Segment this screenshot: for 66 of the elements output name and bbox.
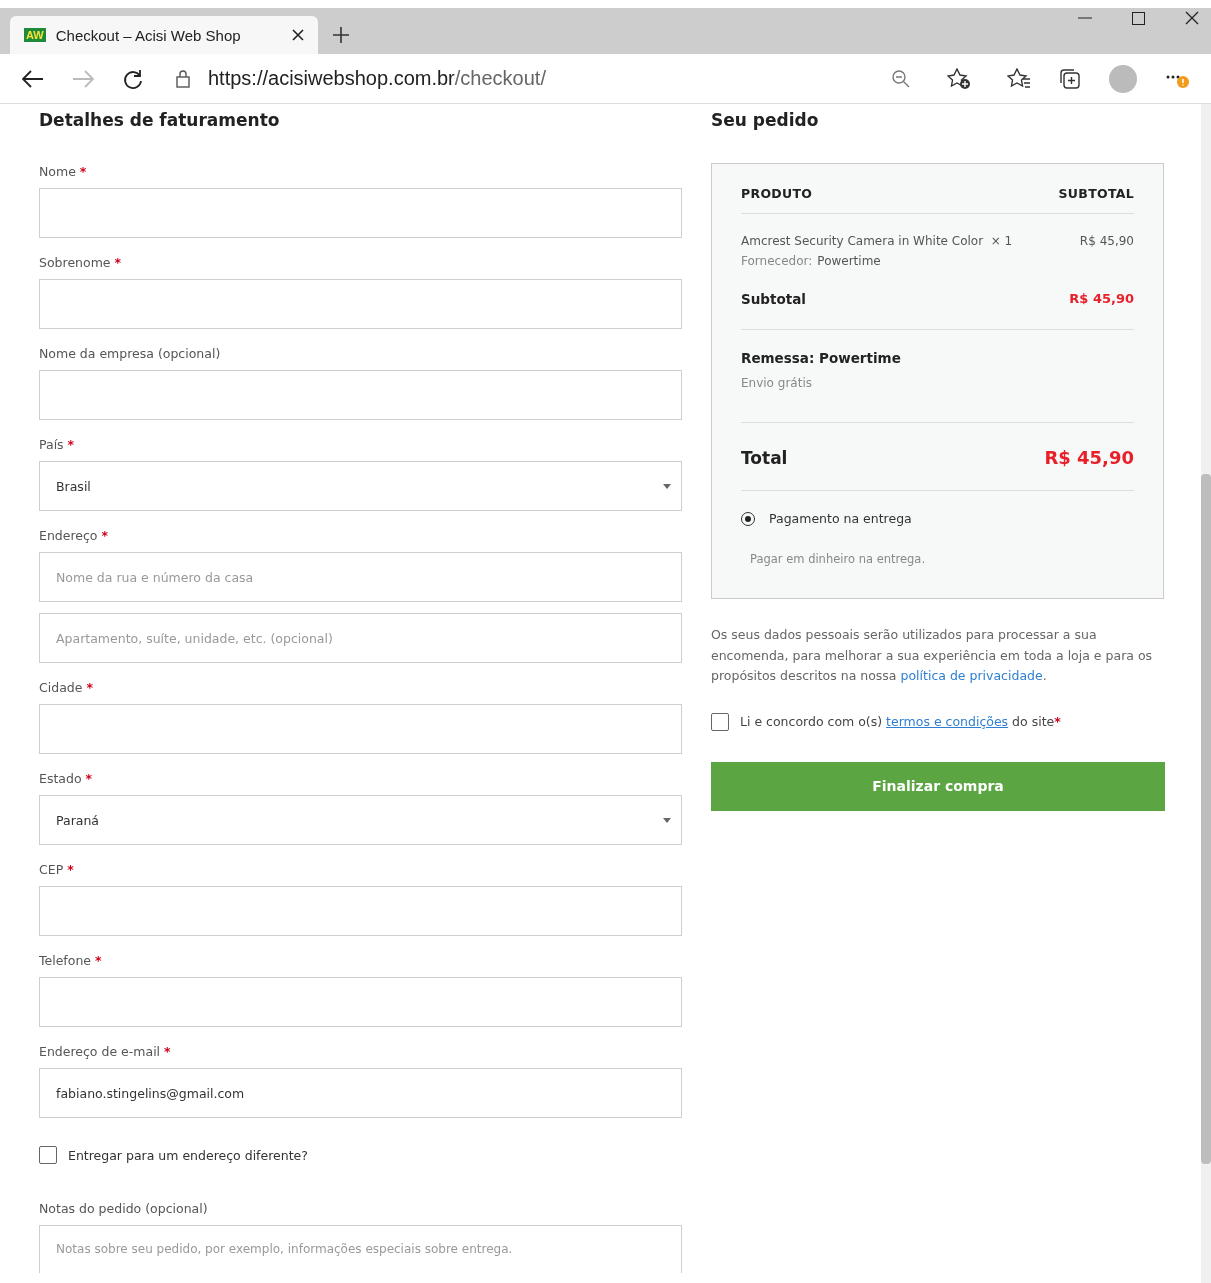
input-field[interactable] xyxy=(39,370,682,420)
caret-icon xyxy=(663,483,671,489)
favicon: AW xyxy=(24,28,46,42)
column-header: SUBTOTAL xyxy=(1058,185,1134,203)
collections-icon[interactable] xyxy=(1059,67,1081,90)
checkbox[interactable] xyxy=(711,712,729,731)
field-label: Cidade * xyxy=(39,679,94,697)
select-field[interactable]: Paraná xyxy=(39,795,682,845)
input-field[interactable] xyxy=(39,886,682,936)
section-title: Detalhes de faturamento xyxy=(39,109,281,132)
field-label: Nome * xyxy=(39,163,88,181)
radio-label: Pagamento na entrega xyxy=(769,511,912,526)
terms-text: Li e concordo com o(s) termos e condições do site* xyxy=(740,714,1061,729)
zoom-out-icon[interactable] xyxy=(891,68,911,89)
tab-title: Checkout – Acisi Web Shop xyxy=(55,26,242,44)
scrollbar[interactable] xyxy=(1201,104,1211,1283)
vendor-name: Powertime xyxy=(817,254,881,268)
new-tab-icon[interactable] xyxy=(332,26,350,44)
caret-icon xyxy=(663,817,671,823)
input-field[interactable]: fabiano.stingelins@gmail.com xyxy=(39,1068,682,1118)
maximize-icon[interactable] xyxy=(1132,11,1145,25)
select-field[interactable]: Brasil xyxy=(39,461,682,511)
field-label: Sobrenome * xyxy=(39,254,123,272)
product-name: Amcrest Security Camera in White Color × 1 xyxy=(741,234,1013,248)
total-label: Total xyxy=(741,447,788,468)
payment-description: Pagar em dinheiro na entrega. xyxy=(750,552,927,566)
input-field[interactable]: Apartamento, suíte, unidade, etc. (opcional) xyxy=(39,613,682,663)
input-field[interactable] xyxy=(39,279,682,329)
field-label: CEP * xyxy=(39,861,75,879)
notes-field[interactable]: Notas sobre seu pedido, por exemplo, informações especiais sobre entrega. xyxy=(39,1225,682,1273)
url-host: https://acisiwebshop.com.br xyxy=(208,67,455,90)
privacy-text: Os seus dados pessoais serão utilizados para processar a sua encomenda, para melhorar a sua experiência em toda a loja e para os propósitos descritos na nossa política de privacidade. xyxy=(711,626,1154,685)
input-field[interactable] xyxy=(39,704,682,754)
field-label: Estado * xyxy=(39,770,94,788)
input-field[interactable] xyxy=(39,977,682,1027)
url-path: /checkout/ xyxy=(454,67,546,90)
field-label: Endereço * xyxy=(39,527,110,545)
terms-link[interactable]: termos e condições xyxy=(886,714,1009,729)
privacy-link[interactable]: política de privacidade xyxy=(900,668,1043,683)
field-label: Endereço de e-mail * xyxy=(39,1043,172,1061)
input-field[interactable]: Nome da rua e número da casa xyxy=(39,552,682,602)
browser-tab[interactable]: AW Checkout – Acisi Web Shop xyxy=(10,16,318,54)
subtotal-label: Subtotal xyxy=(741,291,806,307)
column-header: PRODUTO xyxy=(741,185,813,203)
input-field[interactable] xyxy=(39,188,682,238)
lock-icon[interactable] xyxy=(176,69,190,88)
shipping-method: Envio grátis xyxy=(741,376,812,390)
checkout-button[interactable]: Finalizar compra xyxy=(711,761,1165,811)
subtotal-value: R$ 45,90 xyxy=(1069,291,1134,306)
back-icon[interactable] xyxy=(22,69,44,88)
vendor-label: Fornecedor: xyxy=(741,254,813,268)
field-label: Notas do pedido (opcional) xyxy=(39,1200,209,1218)
total-value: R$ 45,90 xyxy=(1044,447,1134,468)
field-label: Telefone * xyxy=(39,952,103,970)
shipping-title: Remessa: Powertime xyxy=(741,350,901,366)
field-label: Nome da empresa (opcional) xyxy=(39,345,222,363)
section-title: Seu pedido xyxy=(711,109,820,132)
reload-icon[interactable] xyxy=(122,67,144,90)
field-label: País * xyxy=(39,436,76,454)
add-favorite-icon[interactable] xyxy=(947,67,971,90)
checkbox[interactable] xyxy=(39,1146,57,1164)
checkbox-label: Entregar para um endereço diferente? xyxy=(68,1147,308,1163)
favorites-icon[interactable] xyxy=(1007,67,1031,90)
close-icon[interactable] xyxy=(292,29,304,41)
product-price: R$ 45,90 xyxy=(1079,234,1134,248)
close-icon[interactable] xyxy=(1185,11,1199,25)
